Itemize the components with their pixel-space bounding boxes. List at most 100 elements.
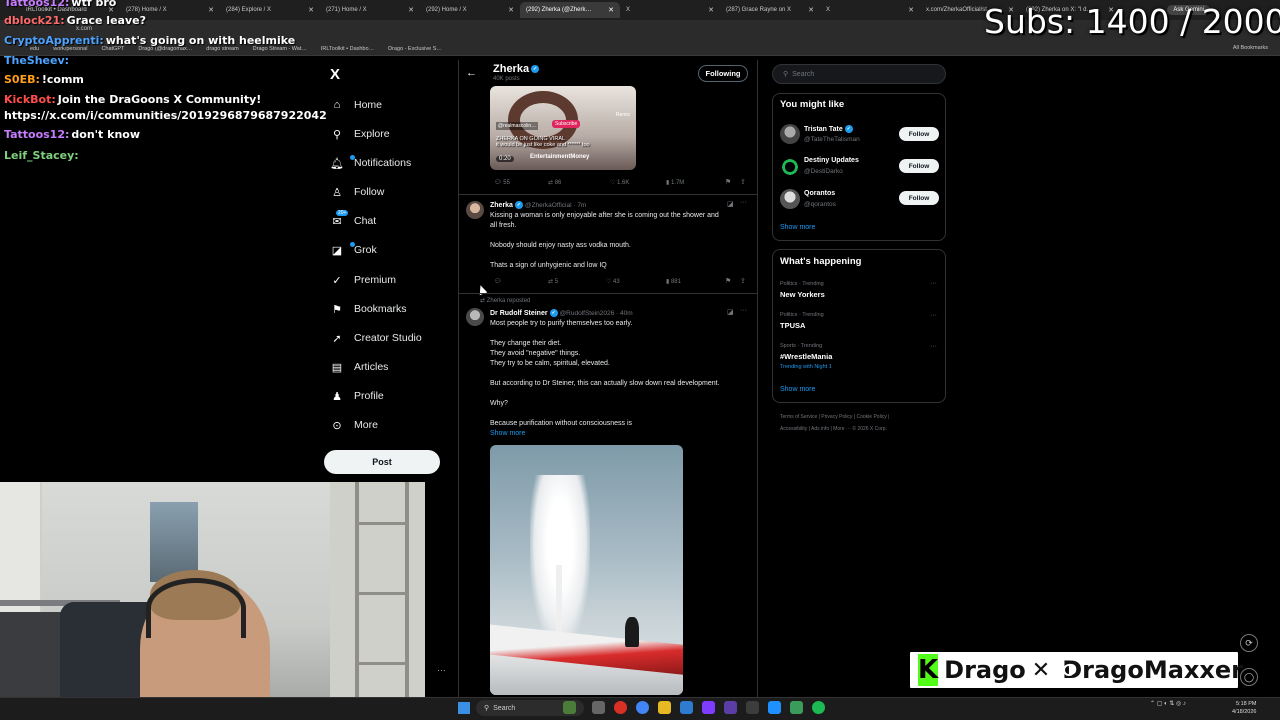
show-more-link[interactable]: Show more xyxy=(490,430,525,437)
share-icon[interactable]: ⇪ xyxy=(740,277,746,285)
nav-item-premium[interactable]: ✓ Premium xyxy=(330,273,396,287)
close-tab-icon[interactable]: ✕ xyxy=(808,6,814,14)
close-tab-icon[interactable]: ✕ xyxy=(708,6,714,14)
system-tray[interactable]: ⌃ ▢ ◐ ⇅ ◎ ♪ xyxy=(1150,700,1186,707)
reply-button[interactable]: 💬︎ 55 xyxy=(494,179,510,186)
grok-icon[interactable]: ◪ xyxy=(727,200,734,208)
nav-item-explore[interactable]: ⚲ Explore xyxy=(330,127,390,141)
browser-tab[interactable]: (287) Grace Rayne on X ✕ xyxy=(720,2,820,18)
show-more-link[interactable]: Show more xyxy=(780,386,815,393)
windows-start-icon[interactable] xyxy=(458,702,470,714)
show-more-link[interactable]: Show more xyxy=(780,224,815,231)
follow-button[interactable]: Follow xyxy=(899,159,939,173)
back-arrow-icon[interactable]: ← xyxy=(466,67,477,79)
more-options-icon[interactable]: ··· xyxy=(740,307,747,314)
footer-links[interactable]: Accessibility | Ads info | More ··· © 20… xyxy=(780,426,887,432)
x-logo[interactable]: X xyxy=(330,66,340,83)
suggestion-name[interactable]: Qorantos xyxy=(804,190,835,197)
tweet-author[interactable]: Zherka ✓ @ZherkaOfficial · 7m xyxy=(490,201,586,209)
avatar[interactable] xyxy=(466,201,484,219)
taskbar-app-icon[interactable] xyxy=(592,701,605,714)
taskbar-app-icon[interactable] xyxy=(563,701,576,714)
nav-item-notifications[interactable]: 🔔︎ Notifications xyxy=(330,155,411,170)
trend-name[interactable]: #WrestleMania xyxy=(780,352,832,361)
following-button[interactable]: Following xyxy=(698,65,748,82)
share-icon[interactable]: ⇪ xyxy=(740,178,746,186)
trend-name[interactable]: New Yorkers xyxy=(780,290,825,299)
bookmark-item[interactable]: Drago - Exclusive S… xyxy=(388,46,442,52)
more-icon: ⊙ xyxy=(332,419,342,432)
views-button[interactable]: ▮ 881 xyxy=(666,278,681,285)
avatar[interactable] xyxy=(466,308,484,326)
close-tab-icon[interactable]: ✕ xyxy=(208,6,214,14)
follow-button[interactable]: Follow xyxy=(899,127,939,141)
nav-item-profile[interactable]: ♟ Profile xyxy=(330,389,384,403)
repost-button[interactable]: ⇄ 5 xyxy=(548,278,558,285)
close-tab-icon[interactable]: ✕ xyxy=(408,6,414,14)
all-bookmarks-button[interactable]: All Bookmarks xyxy=(1233,45,1268,51)
nav-item-articles[interactable]: ▤ Articles xyxy=(330,360,389,374)
browser-tab[interactable]: X ✕ xyxy=(820,2,920,18)
like-button[interactable]: ♡ 43 xyxy=(606,278,620,285)
nav-item-grok[interactable]: ◪ Grok xyxy=(330,242,377,257)
close-tab-icon[interactable]: ✕ xyxy=(908,6,914,14)
avatar[interactable] xyxy=(780,124,800,144)
follow-button[interactable]: Follow xyxy=(899,191,939,205)
suggestion-name[interactable]: Destiny Updates xyxy=(804,157,859,164)
nav-item-more[interactable]: ⊙ More xyxy=(330,418,378,432)
taskbar-clock[interactable]: 5:18 PM 4/18/2026 xyxy=(1232,700,1256,716)
nav-item-bookmarks[interactable]: ⚑ Bookmarks xyxy=(330,302,406,316)
webcam-wall xyxy=(330,482,425,720)
close-tab-icon[interactable]: ✕ xyxy=(508,6,514,14)
grok-icon[interactable]: ◪ xyxy=(727,308,734,316)
browser-tab[interactable]: (284) Explore / X ✕ xyxy=(220,2,320,18)
suggestion-name[interactable]: Tristan Tate ✓ xyxy=(804,125,853,133)
repost-button[interactable]: ⇄ 86 xyxy=(548,179,561,186)
reply-button[interactable]: 💬︎ xyxy=(494,278,502,285)
browser-tab[interactable]: (292) Home / X ✕ xyxy=(420,2,520,18)
post-button[interactable]: Post xyxy=(324,450,440,474)
account-more-icon[interactable]: ··· xyxy=(437,665,446,675)
trend-more-icon[interactable]: ··· xyxy=(930,280,937,287)
taskbar-app-icon[interactable] xyxy=(702,701,715,714)
taskbar-app-icon[interactable] xyxy=(768,701,781,714)
trend-extra[interactable]: Trending with Night 1 xyxy=(780,364,832,370)
file-explorer-icon[interactable] xyxy=(658,701,671,714)
tweet-image[interactable] xyxy=(490,445,683,695)
nav-item-chat[interactable]: ✉ 20+ Chat xyxy=(330,210,376,228)
footer-links[interactable]: Terms of Service | Privacy Policy | Cook… xyxy=(780,414,889,420)
close-tab-icon[interactable]: ✕ xyxy=(308,6,314,14)
trend-name[interactable]: TPUSA xyxy=(780,321,805,330)
search-input[interactable]: ⚲ Search xyxy=(772,64,946,84)
browser-tab[interactable]: X ✕ xyxy=(620,2,720,18)
video-thumbnail[interactable]: @realmascolin… Subscribe Remix ZHERKA ON… xyxy=(490,86,636,170)
chrome-app-icon[interactable] xyxy=(614,701,627,714)
bookmark-icon[interactable]: ⚑ xyxy=(725,277,731,285)
taskbar-app-icon[interactable] xyxy=(746,701,759,714)
like-button[interactable]: ♡ 1.6K xyxy=(610,179,629,186)
taskbar-app-icon[interactable] xyxy=(724,701,737,714)
spotify-icon[interactable] xyxy=(812,701,825,714)
browser-tab[interactable]: (271) Home / X ✕ xyxy=(320,2,420,18)
views-button[interactable]: ▮ 1.7M xyxy=(666,179,684,186)
trends-title: What's happening xyxy=(780,256,862,267)
ai-assistant-icon[interactable]: ⟳ xyxy=(1240,634,1258,652)
trend-more-icon[interactable]: ··· xyxy=(930,312,937,319)
nav-item-follow[interactable]: ♙ Follow xyxy=(330,185,384,199)
browser-tab[interactable]: (292) Zherka (@Zherk… ✕ xyxy=(520,2,620,18)
more-options-icon[interactable]: ··· xyxy=(740,199,747,206)
avatar[interactable] xyxy=(780,157,800,177)
avatar[interactable] xyxy=(780,189,800,209)
taskbar-app-icon[interactable] xyxy=(680,701,693,714)
close-tab-icon[interactable]: ✕ xyxy=(608,6,614,14)
bookmark-icon[interactable]: ⚑ xyxy=(725,178,731,186)
nav-item-home[interactable]: ⌂ Home xyxy=(330,98,382,112)
trend-more-icon[interactable]: ··· xyxy=(930,343,937,350)
tweet-text: They avoid "negative" things. xyxy=(490,350,581,357)
bookmark-item[interactable]: IRLToolkit • Dashbo… xyxy=(321,46,374,52)
taskbar-app-icon[interactable] xyxy=(790,701,803,714)
nav-item-creator-studio[interactable]: ➚ Creator Studio xyxy=(330,331,421,345)
tweet-author[interactable]: Dr Rudolf Steiner ✓ @RudolfStein2026 · 40m xyxy=(490,309,633,317)
divider xyxy=(458,293,758,294)
chrome-app-icon[interactable] xyxy=(636,701,649,714)
